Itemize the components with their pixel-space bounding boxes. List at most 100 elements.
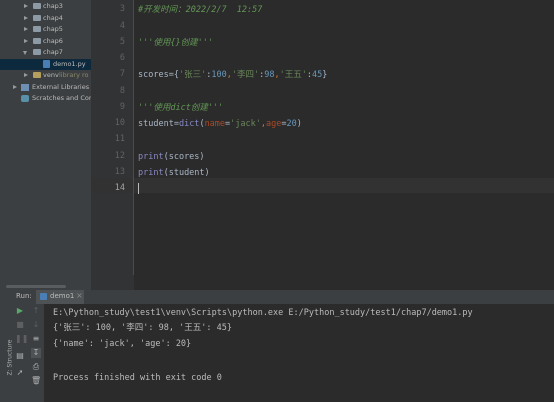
tree-item-chap7[interactable]: chap7 bbox=[0, 47, 91, 58]
console-line: {'name': 'jack', 'age': 20} bbox=[53, 339, 192, 349]
tree-item-extra: library ro bbox=[59, 71, 89, 79]
folder-icon bbox=[33, 72, 41, 78]
tree-item-scratches[interactable]: Scratches and Con bbox=[0, 93, 91, 104]
console-line: {'张三': 100, '李四': 98, '王五': 45} bbox=[53, 323, 232, 333]
code-token: 45 bbox=[311, 70, 323, 80]
code-token: print bbox=[138, 152, 164, 162]
close-icon[interactable]: × bbox=[76, 291, 83, 300]
code-line-14[interactable] bbox=[138, 183, 139, 195]
code-line-12[interactable]: print(scores) bbox=[138, 151, 205, 163]
folder-icon bbox=[33, 37, 41, 44]
tree-item-label: chap7 bbox=[43, 48, 63, 56]
tree-item-label: venv bbox=[43, 71, 59, 79]
tree-item-external-libraries[interactable]: External Libraries bbox=[0, 82, 91, 93]
play-icon[interactable]: ▶ bbox=[15, 306, 25, 316]
library-icon bbox=[21, 83, 29, 91]
tree-item-venv[interactable]: venv library ro bbox=[0, 70, 91, 81]
tree-item-label: External Libraries bbox=[32, 82, 90, 91]
project-scrollbar[interactable] bbox=[0, 283, 91, 290]
chevron-right-icon[interactable] bbox=[13, 84, 17, 89]
folder-icon bbox=[33, 3, 41, 9]
project-panel: chap3 chap4 chap5 chap6 chap7 demo1.py v… bbox=[0, 0, 91, 283]
code-line-13[interactable]: print(student) bbox=[138, 167, 210, 179]
scroll-to-end-icon[interactable]: ↧ bbox=[31, 348, 41, 358]
current-line-highlight bbox=[91, 178, 554, 193]
code-line-9[interactable]: '''使用dict创建''' bbox=[138, 102, 223, 114]
tree-item-chap6[interactable]: chap6 bbox=[0, 36, 91, 47]
scrollbar-thumb[interactable] bbox=[6, 285, 66, 288]
code-token: ) bbox=[296, 119, 302, 129]
run-toolbar-secondary: ↑ ↓ ≡ ↧ ⎙ 🗑 bbox=[28, 304, 44, 402]
code-token: scores bbox=[138, 70, 169, 80]
layout-icon[interactable]: ▤ bbox=[15, 351, 25, 361]
trash-icon[interactable]: 🗑 bbox=[31, 376, 41, 386]
tree-item-chap3[interactable]: chap3 bbox=[0, 1, 91, 12]
code-token: name bbox=[204, 119, 226, 129]
code-token: } bbox=[322, 70, 328, 80]
python-file-icon bbox=[43, 60, 50, 68]
run-tab-label: demo1 bbox=[50, 292, 75, 300]
code-token: (student) bbox=[163, 168, 210, 178]
print-icon[interactable]: ⎙ bbox=[31, 362, 41, 372]
line-number: 5 bbox=[119, 37, 125, 47]
chevron-right-icon[interactable] bbox=[24, 73, 28, 77]
folder-icon bbox=[33, 26, 41, 32]
tree-item-demo1[interactable]: demo1.py bbox=[0, 58, 91, 70]
code-token: '王五' bbox=[279, 70, 307, 80]
pin-icon[interactable]: ➚ bbox=[15, 368, 25, 378]
line-number: 9 bbox=[119, 102, 125, 112]
console-line: Process finished with exit code 0 bbox=[53, 373, 222, 383]
code-token: 100 bbox=[211, 70, 227, 80]
pause-icon[interactable]: ❚❚ bbox=[15, 334, 28, 344]
folder-open-icon bbox=[33, 49, 41, 55]
code-token: '张三' bbox=[178, 70, 207, 80]
tree-item-label: demo1.py bbox=[53, 59, 86, 68]
stop-icon[interactable]: ■ bbox=[15, 320, 25, 330]
gutter-divider bbox=[133, 0, 134, 275]
run-panel-header bbox=[12, 290, 554, 304]
line-number: 11 bbox=[114, 134, 125, 144]
tree-item-label: chap4 bbox=[43, 13, 63, 22]
code-token: 'jack' bbox=[230, 119, 261, 129]
line-number: 10 bbox=[114, 118, 125, 128]
code-token: 20 bbox=[286, 119, 297, 129]
tree-item-label: chap3 bbox=[43, 2, 63, 10]
line-number: 8 bbox=[119, 86, 125, 96]
code-token: (scores) bbox=[163, 152, 205, 162]
code-line-10[interactable]: student=dict(name='jack',age=20) bbox=[138, 118, 302, 130]
code-token: age bbox=[266, 119, 282, 129]
chevron-right-icon[interactable] bbox=[24, 38, 28, 43]
scratches-icon bbox=[21, 95, 29, 102]
tree-item-label: chap5 bbox=[43, 25, 63, 33]
line-number: 13 bbox=[114, 167, 125, 177]
tree-item-chap4[interactable]: chap4 bbox=[0, 13, 91, 24]
up-arrow-icon[interactable]: ↑ bbox=[31, 306, 41, 316]
down-arrow-icon[interactable]: ↓ bbox=[31, 320, 41, 330]
line-number: 12 bbox=[114, 151, 125, 161]
run-panel-label: Run: bbox=[16, 292, 32, 300]
run-toolbar-primary: ▶ ■ ❚❚ ▤ ➚ bbox=[12, 304, 28, 402]
python-file-icon bbox=[40, 293, 47, 300]
code-line-5[interactable]: '''使用{}创建''' bbox=[138, 37, 213, 49]
code-token: print bbox=[138, 168, 164, 178]
line-number: 7 bbox=[119, 69, 125, 79]
code-line-7[interactable]: scores={'张三':100,'李四':98,'王五':45} bbox=[138, 69, 327, 81]
tree-item-label: Scratches and Con bbox=[32, 94, 91, 102]
line-number: 4 bbox=[119, 21, 125, 31]
line-number: 6 bbox=[119, 53, 125, 63]
tree-item-chap5[interactable]: chap5 bbox=[0, 24, 91, 35]
code-line-3[interactable]: #开发时间：2022/2/7 12:57 bbox=[138, 4, 262, 16]
tree-item-label: chap6 bbox=[43, 36, 63, 45]
line-number: 3 bbox=[119, 4, 125, 14]
folder-icon bbox=[33, 14, 41, 21]
code-token: '李四' bbox=[231, 70, 260, 80]
chevron-right-icon[interactable] bbox=[24, 15, 28, 20]
text-caret bbox=[138, 183, 139, 194]
code-token: 98 bbox=[264, 70, 275, 80]
chevron-down-icon[interactable] bbox=[23, 51, 27, 55]
code-token: dict bbox=[178, 119, 200, 129]
chevron-right-icon[interactable] bbox=[24, 4, 28, 8]
console-line: E:\Python_study\test1\venv\Scripts\pytho… bbox=[53, 308, 473, 318]
chevron-right-icon[interactable] bbox=[24, 27, 28, 31]
soft-wrap-icon[interactable]: ≡ bbox=[31, 334, 41, 344]
